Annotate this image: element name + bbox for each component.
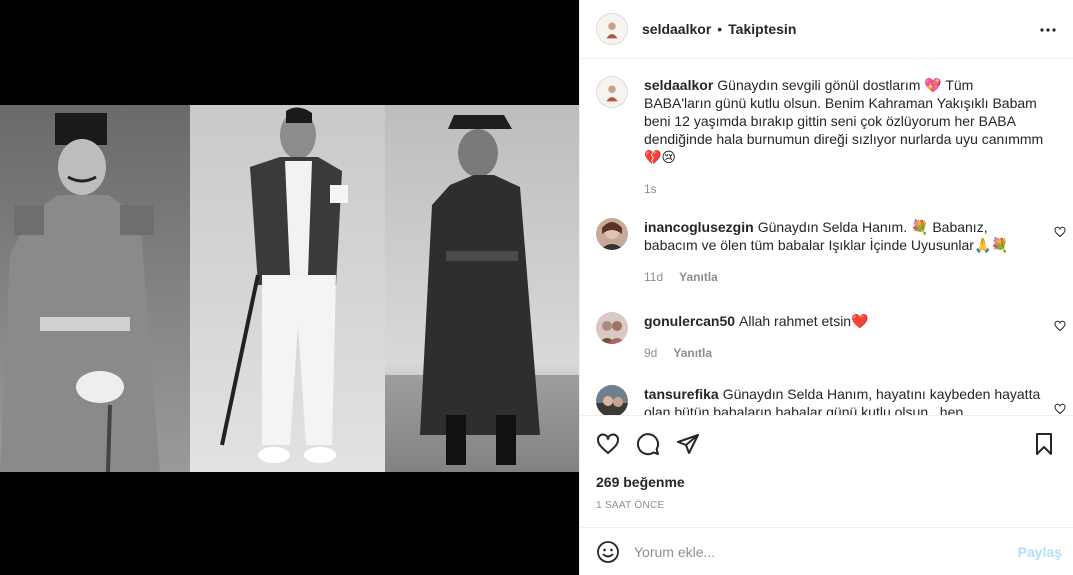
author-avatar-image	[597, 14, 627, 44]
comment-body: gonulercan50 Allah rahmet etsin❤️ 9d Yanı…	[644, 312, 1044, 362]
author-avatar[interactable]	[596, 13, 628, 45]
comment-item: gonulercan50 Allah rahmet etsin❤️ 9d Yanı…	[596, 312, 1066, 362]
comment-avatar[interactable]	[596, 312, 628, 344]
author-username[interactable]: seldaalkor	[642, 21, 711, 37]
post-side-panel: seldaalkor • Takiptesin seldaalkor Günay…	[579, 0, 1073, 575]
comment-body: inancoglusezgin Günaydın Selda Hanım. 💐 B…	[644, 218, 1044, 286]
post-actions: 269 beğenme 1 SAAT ÖNCE	[580, 415, 1073, 527]
comment-username[interactable]: gonulercan50	[644, 313, 735, 329]
caption-avatar-image	[597, 77, 627, 107]
post-photo[interactable]	[0, 105, 579, 472]
post-dialog: seldaalkor • Takiptesin seldaalkor Günay…	[0, 0, 1073, 575]
comment-meta: 11d Yanıtla	[644, 268, 1044, 286]
post-comment-button[interactable]: Paylaş	[1018, 544, 1062, 560]
caption: seldaalkor Günaydın sevgili gönül dostlar…	[596, 76, 1066, 198]
comment-meta: 9d Yanıtla	[644, 344, 1044, 362]
comment-input[interactable]	[634, 543, 994, 560]
comment-username[interactable]: tansurefika	[644, 386, 719, 402]
comment-item: tansurefika Günaydın Selda Hanım, hayatın…	[596, 385, 1066, 415]
caption-meta: 1s	[644, 180, 1044, 198]
add-comment-bar: Paylaş	[580, 527, 1073, 575]
comments-list[interactable]: seldaalkor Günaydın sevgili gönül dostlar…	[580, 60, 1073, 415]
comment-avatar[interactable]	[596, 385, 628, 415]
share-paper-plane-icon[interactable]	[676, 432, 700, 456]
follow-status-button[interactable]: Takiptesin	[728, 21, 796, 37]
caption-username[interactable]: seldaalkor	[644, 77, 713, 93]
save-bookmark-icon[interactable]	[1032, 432, 1056, 456]
comment-username[interactable]: inancoglusezgin	[644, 219, 754, 235]
comment-body: tansurefika Günaydın Selda Hanım, hayatın…	[644, 385, 1044, 415]
comment-text: Allah rahmet etsin❤️	[739, 313, 869, 329]
comment-item: inancoglusezgin Günaydın Selda Hanım. 💐 B…	[596, 218, 1066, 286]
more-options-icon[interactable]	[1036, 18, 1060, 42]
emoji-icon[interactable]	[596, 540, 620, 564]
like-comment-heart-icon[interactable]	[1054, 403, 1066, 415]
post-timestamp[interactable]: 1 SAAT ÖNCE	[596, 500, 665, 511]
like-comment-heart-icon[interactable]	[1054, 226, 1066, 238]
header-separator: •	[717, 21, 723, 37]
likes-count[interactable]: 269 beğenme	[596, 474, 685, 490]
post-header: seldaalkor • Takiptesin	[580, 0, 1073, 59]
comment-bubble-icon[interactable]	[636, 432, 660, 456]
comment-time[interactable]: 9d	[644, 344, 657, 362]
comment-time[interactable]: 11d	[644, 268, 663, 286]
like-comment-heart-icon[interactable]	[1054, 320, 1066, 332]
reply-button[interactable]: Yanıtla	[679, 268, 718, 286]
caption-body: seldaalkor Günaydın sevgili gönül dostlar…	[644, 76, 1044, 198]
comment-avatar[interactable]	[596, 218, 628, 250]
caption-avatar[interactable]	[596, 76, 628, 108]
reply-button[interactable]: Yanıtla	[673, 344, 712, 362]
vintage-photo-collage	[0, 105, 579, 472]
caption-time[interactable]: 1s	[644, 180, 657, 198]
like-heart-icon[interactable]	[596, 432, 620, 456]
action-icons	[596, 432, 700, 456]
post-media[interactable]	[0, 0, 579, 575]
